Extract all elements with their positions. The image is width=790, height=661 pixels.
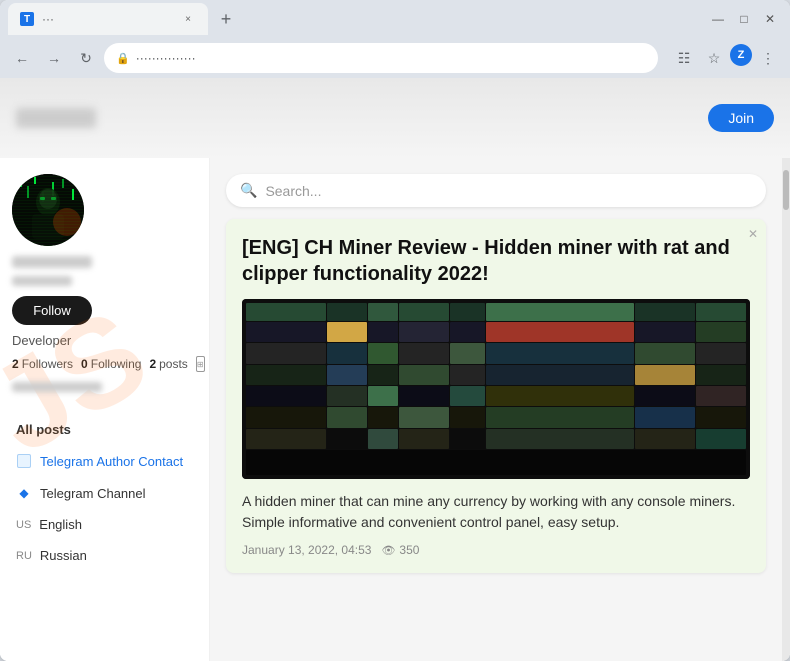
post-description: A hidden miner that can mine any currenc…: [242, 491, 750, 533]
followers-stat: 2 Followers: [12, 357, 73, 371]
telegram-author-label: Telegram Author Contact: [40, 454, 183, 469]
sidebar-item-lang-english[interactable]: us English: [12, 511, 197, 538]
scroll-thumb[interactable]: [783, 170, 789, 210]
profile-section: Follow Developer 2 Followers 0 Following: [0, 158, 209, 408]
post-views: 👁 350: [381, 543, 419, 557]
window-controls: — □ ✕: [706, 7, 782, 31]
site-logo: [16, 108, 96, 128]
username-subtitle-blur: [12, 276, 72, 286]
following-count: 0: [81, 357, 88, 371]
page-content: Join JS: [0, 78, 790, 661]
lang-us-prefix: us: [16, 519, 31, 531]
back-button[interactable]: ←: [8, 44, 36, 72]
posts-count: 2: [149, 357, 156, 371]
forward-button[interactable]: →: [40, 44, 68, 72]
profile-icon[interactable]: Z: [730, 44, 752, 66]
close-button[interactable]: ✕: [758, 7, 782, 31]
refresh-button[interactable]: ↻: [72, 44, 100, 72]
sidebar-nav: All posts Telegram Author Contact ◆ Tele…: [0, 408, 209, 577]
active-tab[interactable]: T ··· ×: [8, 3, 208, 35]
sidebar-item-telegram-author[interactable]: Telegram Author Contact: [12, 447, 197, 475]
bookmark-button[interactable]: ☆: [700, 44, 728, 72]
main-layout: JS: [0, 158, 790, 661]
views-count: 350: [399, 543, 419, 557]
followers-label: Followers: [22, 357, 73, 371]
terminal-screenshot: [242, 299, 750, 479]
join-button[interactable]: Join: [708, 104, 774, 132]
followers-count: 2: [12, 357, 19, 371]
post-meta: January 13, 2022, 04:53 👁 350: [242, 543, 750, 557]
main-content: 🔍 Search... ✕ [ENG] CH Miner Review - Hi…: [210, 158, 782, 661]
search-icon: 🔍: [240, 182, 257, 199]
following-stat: 0 Following: [81, 357, 141, 371]
posts-grid-icon: ⊞: [196, 356, 205, 372]
url-text: ···············: [136, 51, 196, 65]
tab-bar: T ··· × +: [8, 3, 702, 35]
eye-icon: 👁: [381, 544, 395, 557]
post-date: January 13, 2022, 04:53: [242, 543, 371, 557]
post-image: [242, 299, 750, 479]
lang-english-label: English: [39, 517, 82, 532]
following-label: Following: [91, 357, 142, 371]
title-bar: T ··· × + — □ ✕: [0, 0, 790, 38]
address-bar: ← → ↻ 🔒 ··············· ☷ ☆ Z ⋮: [0, 38, 790, 78]
avatar: [12, 174, 84, 246]
search-bar[interactable]: 🔍 Search...: [226, 174, 766, 207]
sidebar-item-all-posts[interactable]: All posts: [12, 416, 197, 443]
post-card: ✕ [ENG] CH Miner Review - Hidden miner w…: [226, 219, 766, 573]
menu-button[interactable]: ⋮: [754, 44, 782, 72]
site-header: Join: [0, 78, 790, 158]
diamond-icon: ◆: [16, 485, 32, 501]
follow-button[interactable]: Follow: [12, 296, 92, 325]
tab-title: ···: [42, 12, 172, 26]
post-title: [ENG] CH Miner Review - Hidden miner wit…: [242, 235, 750, 287]
posts-stat: 2 posts: [149, 357, 187, 371]
scrollbar[interactable]: [782, 158, 790, 661]
stats-row: 2 Followers 0 Following 2 posts ⊞: [12, 356, 197, 372]
posts-label: posts: [159, 357, 188, 371]
telegram-channel-label: Telegram Channel: [40, 486, 146, 501]
username-blur: [12, 256, 92, 268]
sidebar-item-lang-russian[interactable]: ru Russian: [12, 542, 197, 569]
lock-icon: 🔒: [116, 52, 130, 65]
tab-favicon: T: [20, 12, 34, 26]
new-tab-button[interactable]: +: [212, 5, 240, 33]
translate-button[interactable]: ☷: [670, 44, 698, 72]
minimize-button[interactable]: —: [706, 7, 730, 31]
search-placeholder: Search...: [265, 183, 752, 199]
address-input[interactable]: 🔒 ···············: [104, 43, 658, 73]
all-posts-label: All posts: [16, 422, 71, 437]
lang-russian-label: Russian: [40, 548, 87, 563]
tab-close-button[interactable]: ×: [180, 11, 196, 27]
developer-label: Developer: [12, 333, 197, 348]
post-close-icon[interactable]: ✕: [748, 227, 758, 241]
telegram-icon: [16, 453, 32, 469]
referral-blur: [12, 382, 102, 392]
address-actions: ☷ ☆ Z ⋮: [670, 44, 782, 72]
browser-frame: T ··· × + — □ ✕ ← → ↻ 🔒 ··············· …: [0, 0, 790, 661]
lang-ru-prefix: ru: [16, 550, 32, 562]
sidebar: JS: [0, 158, 210, 661]
sidebar-item-telegram-channel[interactable]: ◆ Telegram Channel: [12, 479, 197, 507]
maximize-button[interactable]: □: [732, 7, 756, 31]
